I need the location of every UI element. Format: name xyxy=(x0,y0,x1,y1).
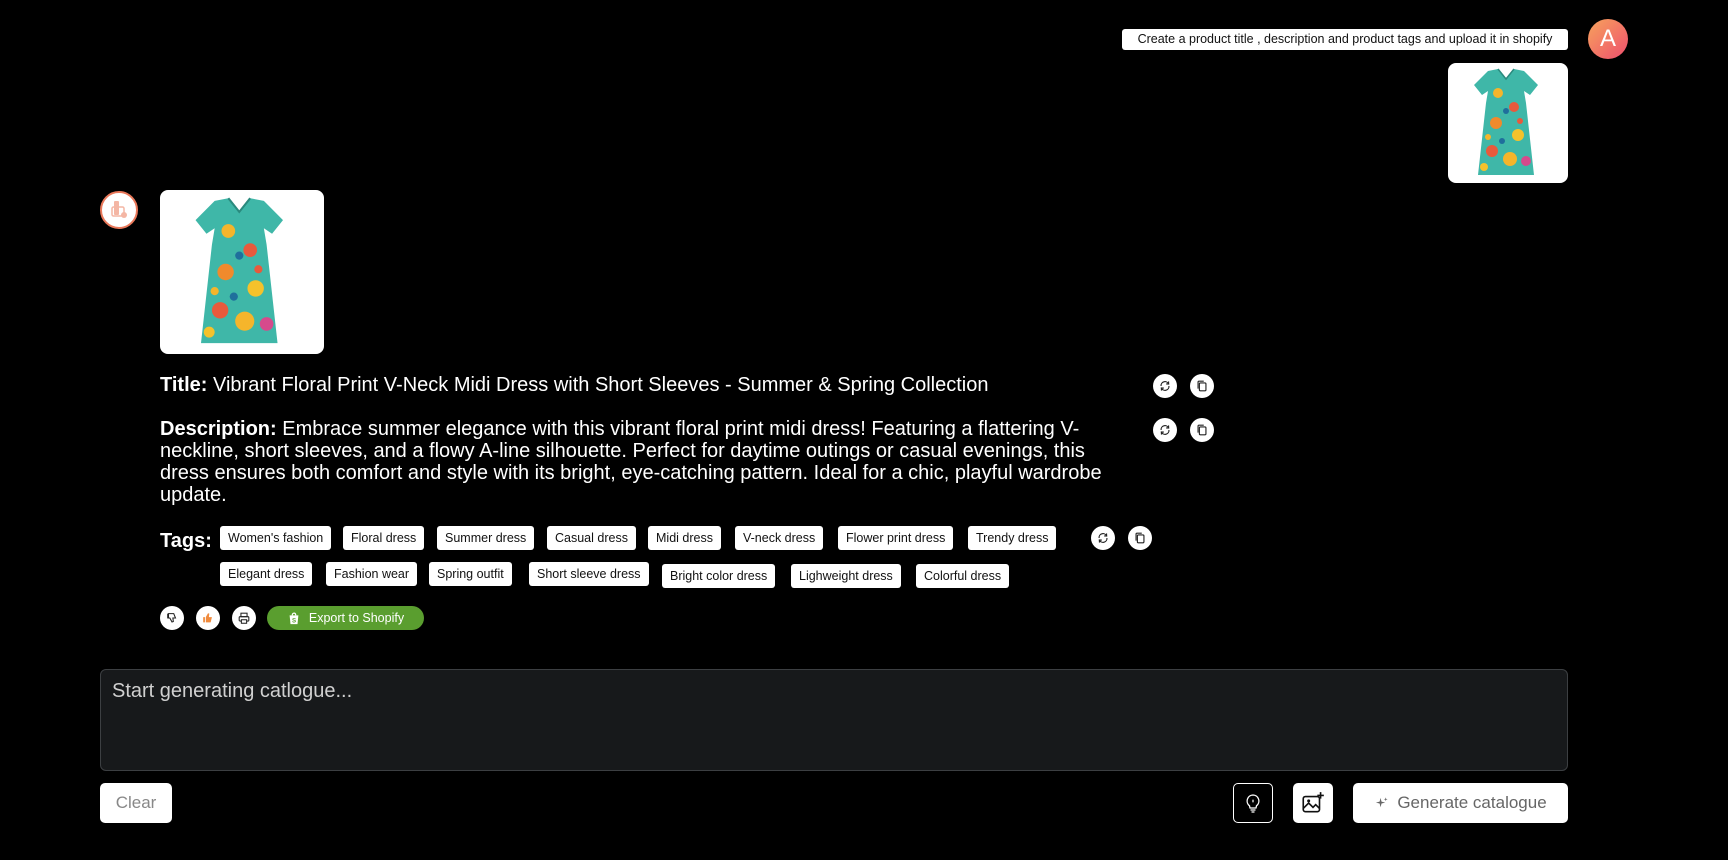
tag: Floral dress xyxy=(343,526,425,550)
prompt-input-container xyxy=(100,669,1568,771)
export-to-shopify-button[interactable]: S Export to Shopify xyxy=(267,606,424,630)
prompt-input[interactable] xyxy=(101,670,1567,770)
thumbs-down-icon xyxy=(167,613,177,623)
regenerate-tags-button[interactable] xyxy=(1091,526,1115,550)
product-title: Title: Vibrant Floral Print V-Neck Midi … xyxy=(160,374,988,396)
upload-image-button[interactable] xyxy=(1293,783,1333,823)
description-value: Embrace summer elegance with this vibran… xyxy=(160,418,1102,506)
thumbs-up-icon xyxy=(203,613,212,623)
title-value: Vibrant Floral Print V-Neck Midi Dress w… xyxy=(212,374,989,396)
assistant-avatar xyxy=(100,191,138,229)
generated-product-image xyxy=(160,190,324,354)
copy-title-button[interactable] xyxy=(1190,374,1214,398)
print-button[interactable] xyxy=(232,606,256,630)
tag: Summer dress xyxy=(437,526,535,550)
tag: Casual dress xyxy=(547,526,636,550)
tag: Fashion wear xyxy=(326,562,418,586)
title-label: Title: xyxy=(160,374,208,396)
idea-button[interactable] xyxy=(1233,783,1273,823)
copy-description-button[interactable] xyxy=(1190,418,1214,442)
generate-catalogue-button[interactable]: Generate catalogue xyxy=(1353,783,1568,823)
generate-label: Generate catalogue xyxy=(1397,793,1547,812)
thumbs-down-button[interactable] xyxy=(160,606,184,630)
sparkle-icon xyxy=(1376,796,1388,807)
description-label: Description: xyxy=(160,418,277,440)
dress-image xyxy=(1473,68,1539,176)
export-label: Export to Shopify xyxy=(308,611,405,625)
user-prompt-bubble: Create a product title , description and… xyxy=(1122,29,1568,50)
tag: Women's fashion xyxy=(220,526,332,550)
tag: V-neck dress xyxy=(735,526,824,550)
tag: Elegant dress xyxy=(220,562,313,586)
print-icon xyxy=(238,612,250,624)
tag: Flower print dress xyxy=(838,526,954,550)
dress-image xyxy=(194,197,285,345)
copy-icon xyxy=(1135,532,1145,544)
tag: Short sleeve dress xyxy=(529,562,649,586)
refresh-icon xyxy=(1160,424,1170,436)
copy-icon xyxy=(1197,380,1207,392)
assistant-logo-icon xyxy=(111,201,127,218)
user-avatar[interactable]: A xyxy=(1588,19,1628,59)
shopify-bag-icon: S xyxy=(289,612,299,624)
tag: Bright color dress xyxy=(662,564,776,588)
refresh-icon xyxy=(1098,532,1108,544)
image-add-icon xyxy=(1302,792,1324,813)
tag: Midi dress xyxy=(648,526,721,550)
tag: Colorful dress xyxy=(916,564,1010,588)
tag: Spring outfit xyxy=(429,562,512,586)
tag: Trendy dress xyxy=(968,526,1057,550)
tags-label: Tags: xyxy=(160,530,212,552)
copy-tags-button[interactable] xyxy=(1128,526,1152,550)
refresh-icon xyxy=(1160,380,1170,392)
product-description: Description: Embrace summer elegance wit… xyxy=(160,418,1120,506)
lightbulb-icon xyxy=(1246,794,1260,813)
copy-icon xyxy=(1197,424,1207,436)
thumbs-up-button[interactable] xyxy=(196,606,220,630)
regenerate-description-button[interactable] xyxy=(1153,418,1177,442)
clear-button[interactable]: Clear xyxy=(100,783,172,823)
user-uploaded-image xyxy=(1448,63,1568,183)
tag: Lighweight dress xyxy=(791,564,901,588)
svg-text:S: S xyxy=(292,617,296,624)
regenerate-title-button[interactable] xyxy=(1153,374,1177,398)
